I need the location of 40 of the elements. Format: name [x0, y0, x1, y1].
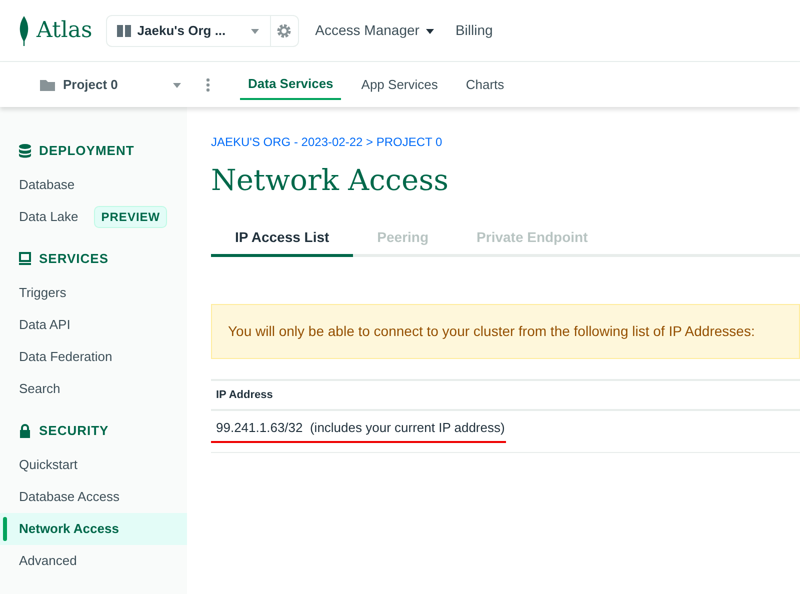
page-title: Network Access	[211, 162, 450, 199]
notice-banner: You will only be able to connect to your cluster from the following list of IP Addresses:	[211, 304, 800, 358]
section-heading: SERVICES	[39, 250, 109, 268]
sidebar-item[interactable]: Triggers	[0, 277, 187, 309]
section-heading: DEPLOYMENT	[39, 142, 134, 160]
project-dropdown[interactable]: Project 0	[0, 74, 190, 94]
sidebar-item[interactable]: Data Federation	[0, 341, 187, 373]
lock-icon	[19, 424, 31, 438]
sidebar-item[interactable]: Database Access	[0, 481, 187, 513]
sidebar-item[interactable]: Data API	[0, 309, 187, 341]
nav-link[interactable]: Access Manager	[305, 20, 446, 41]
building-icon	[117, 24, 132, 36]
selection-indicator	[3, 517, 7, 541]
leaf-logo-icon	[18, 16, 30, 46]
service-tab[interactable]: App Services	[353, 70, 446, 100]
caret-icon	[250, 26, 260, 34]
sidebar-item[interactable]: Search	[0, 373, 187, 405]
breadcrumb[interactable]: JAEKU'S ORG - 2023-02-22 > PROJECT 0	[211, 133, 800, 151]
database-icon	[19, 144, 31, 158]
sidebar-item[interactable]: Quickstart	[0, 449, 187, 481]
table-cell: 99.241.1.63/32 (includes your current IP address)	[216, 420, 505, 435]
sidebar-item[interactable]: Data Lake PREVIEW	[0, 201, 187, 233]
org-dropdown[interactable]: Jaeku's Org ...	[107, 16, 270, 46]
nav-link[interactable]: Billing	[445, 20, 503, 41]
brand-name: Atlas	[36, 17, 92, 45]
caret-icon	[172, 80, 182, 88]
folder-icon	[40, 78, 55, 90]
more-icon	[206, 78, 210, 92]
service-tab[interactable]: Charts	[458, 70, 512, 100]
service-tab[interactable]: Data Services	[240, 70, 342, 100]
monitor-icon	[19, 252, 31, 266]
sidebar-item[interactable]: Advanced	[0, 545, 187, 577]
sidebar-item[interactable]: Network Access	[0, 513, 187, 545]
settings-icon	[277, 24, 292, 38]
preview-badge: PREVIEW	[94, 206, 168, 228]
sidebar-item[interactable]: Database	[0, 169, 187, 201]
caret-icon	[425, 26, 436, 34]
tab[interactable]: IP Access List	[211, 220, 354, 256]
column-header: IP Address	[211, 378, 800, 411]
section-heading: SECURITY	[39, 422, 109, 440]
